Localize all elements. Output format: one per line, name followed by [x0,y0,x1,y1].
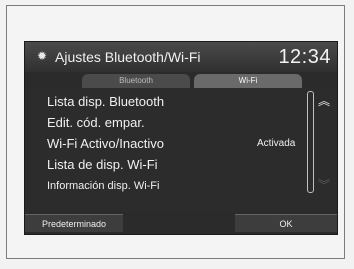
wifi-status-value: Activada [257,138,296,149]
tab-wifi[interactable]: Wi-Fi [194,74,302,88]
menu-item-bluetooth-device-list[interactable]: Lista disp. Bluetooth [47,91,302,113]
chevron-down-icon[interactable]: ︾ [317,178,331,192]
screen-title: Ajustes Bluetooth/Wi-Fi [55,49,201,65]
menu-item-label: Wi-Fi Activo/Inactivo [47,136,165,151]
gear-icon: ✹ [36,49,48,63]
menu-item-wifi-device-info[interactable]: Información disp. Wi-Fi [47,175,302,197]
menu-item-wifi-device-list[interactable]: Lista de disp. Wi-Fi [47,154,302,176]
infotainment-screen: ✹ Ajustes Bluetooth/Wi-Fi 12:34 Bluetoot… [25,42,337,234]
settings-menu: Lista disp. Bluetooth Edit. cód. empar. … [25,91,337,211]
default-button[interactable]: Predeterminado [25,214,123,232]
menu-item-wifi-toggle[interactable]: Wi-Fi Activo/Inactivo Activada [47,133,302,155]
footer-bar: Predeterminado OK [25,212,337,234]
title-bar: ✹ Ajustes Bluetooth/Wi-Fi 12:34 [25,42,337,72]
tab-bluetooth[interactable]: Bluetooth [82,74,190,88]
menu-item-edit-pairing-code[interactable]: Edit. cód. empar. [47,112,302,134]
chevron-up-icon[interactable]: ︽ [317,94,331,108]
clock: 12:34 [278,46,331,68]
scrollbar[interactable] [307,91,314,193]
ok-button[interactable]: OK [235,214,337,232]
tab-bar: Bluetooth Wi-Fi [25,72,337,88]
